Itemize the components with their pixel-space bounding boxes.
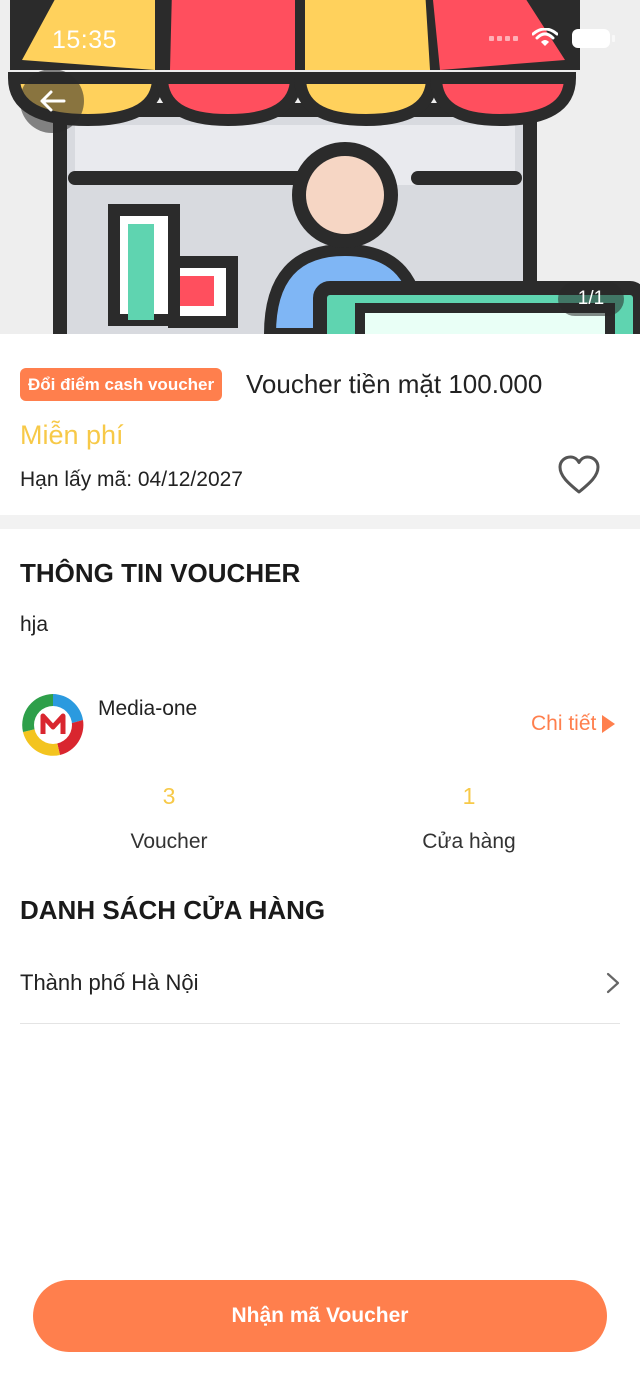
status-icons	[489, 28, 615, 48]
detail-link-label: Chi tiết	[531, 712, 597, 735]
status-time: 15:35	[52, 26, 118, 54]
signal-icon	[489, 35, 518, 41]
voucher-description: hja	[20, 613, 49, 636]
caret-right-icon	[602, 715, 616, 733]
merchant-name: Media-one	[98, 697, 198, 720]
voucher-category-badge: Đổi điểm cash voucher	[20, 368, 223, 401]
image-page-counter: 1/1	[558, 282, 624, 316]
favorite-button[interactable]	[556, 454, 602, 496]
stat-value: 3	[162, 783, 176, 809]
store-city: Thành phố Hà Nội	[20, 969, 199, 995]
section-divider	[0, 515, 640, 529]
arrow-left-icon	[40, 90, 66, 112]
battery-icon	[572, 28, 615, 48]
heart-icon	[558, 455, 600, 494]
stat-store: 1 Cửa hàng	[369, 783, 569, 854]
merchant-logo	[20, 692, 86, 758]
store-list-heading: DANH SÁCH CỬA HÀNG	[20, 895, 326, 925]
stat-voucher: 3 Voucher	[69, 783, 269, 854]
chevron-right-icon	[606, 972, 620, 993]
store-list-item[interactable]: Thành phố Hà Nội	[20, 942, 620, 1024]
merchant-detail-link[interactable]: Chi tiết	[531, 712, 616, 736]
voucher-title: Voucher tiền mặt 100.000	[246, 369, 543, 399]
hero-image: 15:35 1/1	[0, 0, 640, 334]
stat-label: Cửa hàng	[422, 830, 516, 853]
get-voucher-button[interactable]: Nhận mã Voucher	[33, 1280, 607, 1352]
voucher-expiry: Hạn lấy mã: 04/12/2027	[20, 468, 243, 491]
back-button[interactable]	[20, 69, 84, 133]
stat-value: 1	[462, 783, 476, 809]
voucher-info-heading: THÔNG TIN VOUCHER	[20, 558, 301, 588]
stat-label: Voucher	[130, 830, 208, 853]
wifi-icon	[532, 28, 558, 46]
voucher-price: Miễn phí	[20, 420, 124, 450]
